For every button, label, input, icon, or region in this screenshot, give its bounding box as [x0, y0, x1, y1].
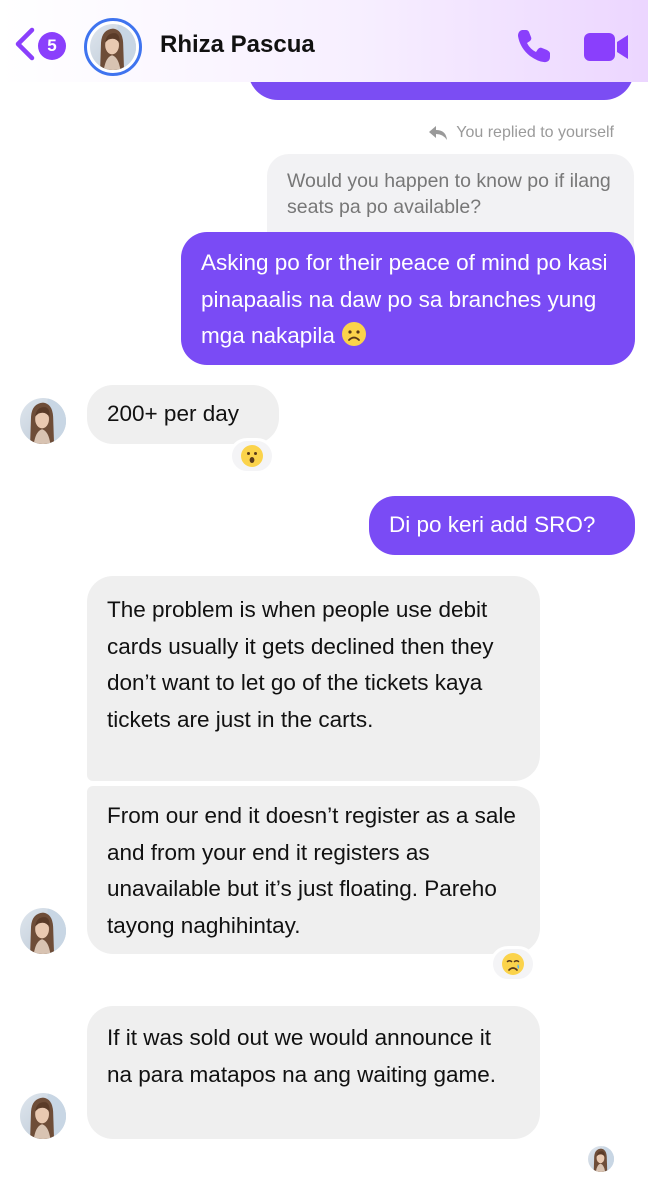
sender-avatar[interactable] [20, 908, 66, 954]
reply-note-text: You replied to yourself [456, 124, 614, 141]
hushed-face-emoji-icon [241, 445, 263, 467]
outgoing-message[interactable]: Asking po for their peace of mind po kas… [181, 232, 635, 365]
chat-header: 5 Rhiza Pascua [0, 0, 648, 82]
crying-face-emoji-icon [502, 953, 524, 975]
incoming-message[interactable]: 200+ per day [87, 385, 279, 444]
incoming-message[interactable]: From our end it doesn’t register as a sa… [87, 786, 540, 954]
outgoing-message[interactable]: Di po keri add SRO? [369, 496, 635, 555]
contact-avatar[interactable] [84, 18, 142, 76]
read-receipt-avatar [588, 1146, 614, 1172]
sender-avatar[interactable] [20, 398, 66, 444]
reply-arrow-icon [429, 126, 448, 140]
message-text: Asking po for their peace of mind po kas… [201, 250, 608, 348]
frowning-face-emoji-icon [341, 322, 366, 346]
reply-context-note: You replied to yourself [428, 124, 614, 142]
contact-photo [90, 24, 136, 70]
video-camera-icon[interactable] [582, 30, 630, 64]
unread-count-badge[interactable]: 5 [38, 32, 66, 60]
contact-name[interactable]: Rhiza Pascua [160, 31, 315, 59]
message-reaction[interactable] [490, 946, 536, 982]
incoming-message[interactable]: If it was sold out we would announce it … [87, 1006, 540, 1139]
back-chevron-icon[interactable] [12, 26, 38, 62]
phone-icon[interactable] [514, 26, 554, 66]
incoming-message[interactable]: The problem is when people use debit car… [87, 576, 540, 781]
sender-avatar[interactable] [20, 1093, 66, 1139]
message-reaction[interactable] [229, 438, 275, 474]
